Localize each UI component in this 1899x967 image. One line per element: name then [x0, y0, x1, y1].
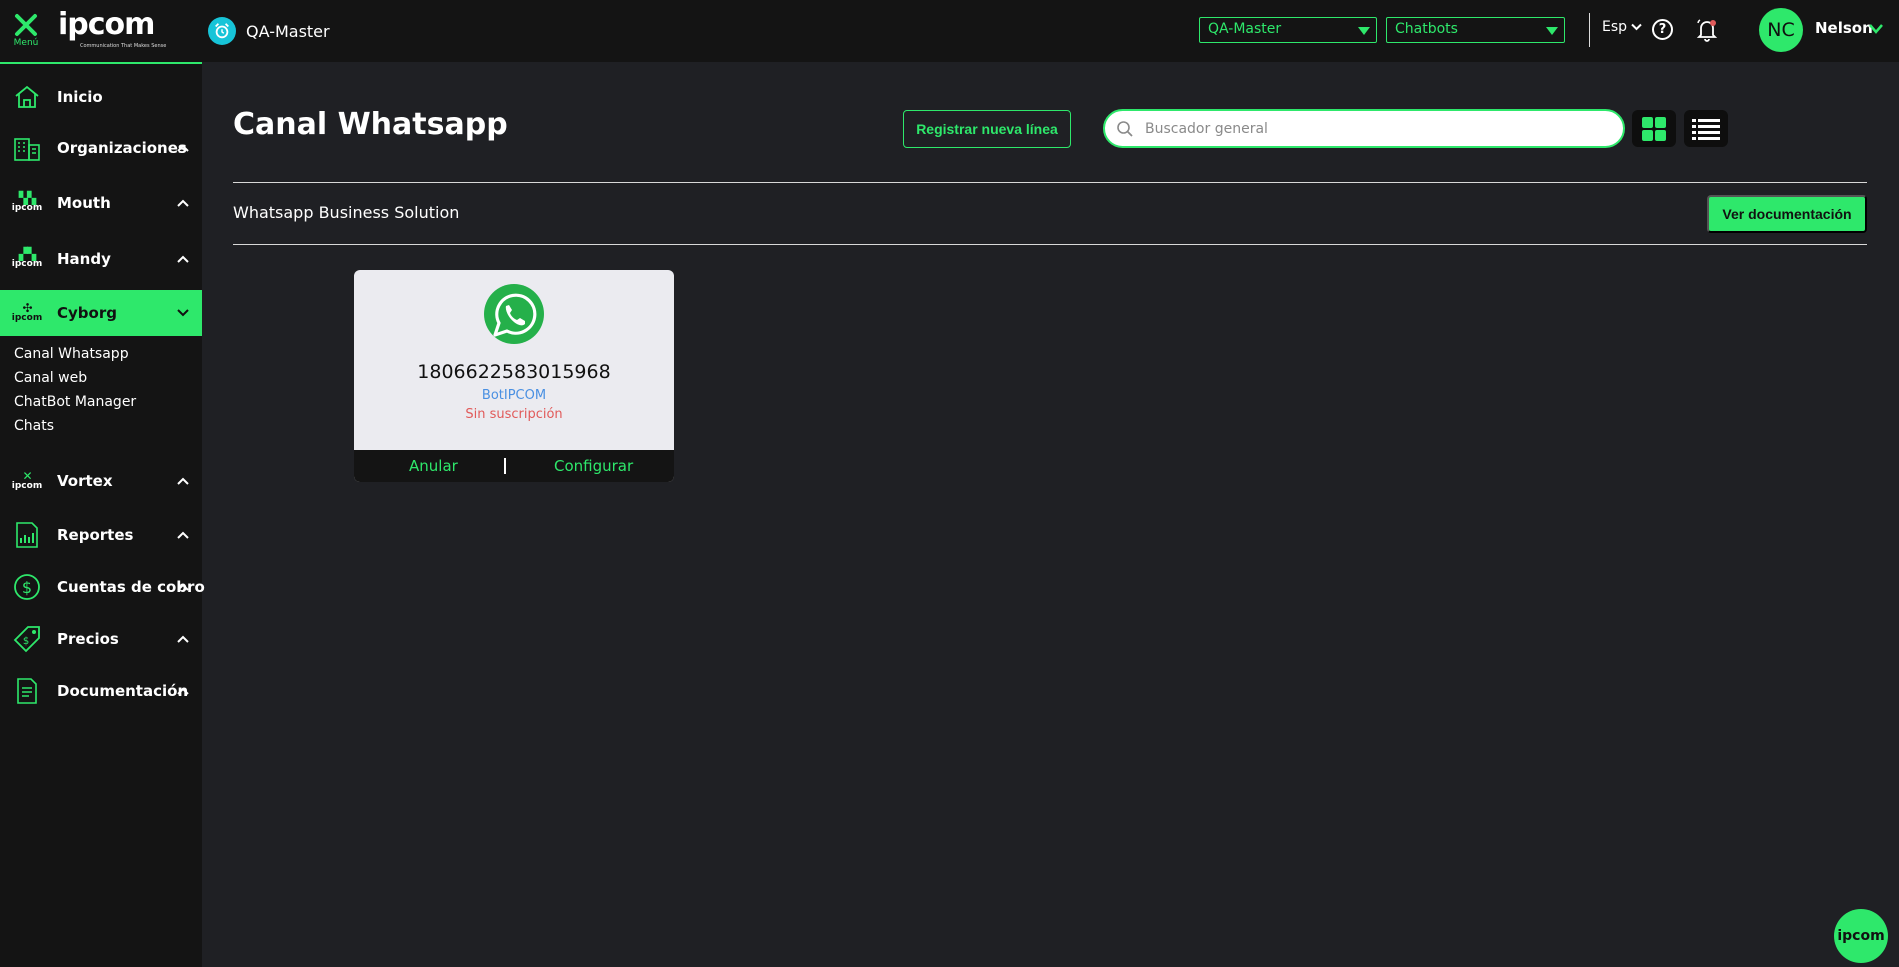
sidebar: Inicio Organizaciones ▚▚ ipcom Mouth ▞▚ ip…	[0, 62, 205, 967]
sidebar-item-label: Reportes	[57, 526, 134, 544]
whatsapp-icon	[484, 284, 544, 344]
vortex-icon: ✕ ipcom	[11, 469, 43, 491]
configure-line-button[interactable]: Configurar	[554, 457, 633, 475]
chevron-down-icon[interactable]	[1868, 22, 1884, 36]
svg-text:$: $	[22, 578, 32, 597]
sidebar-item-cuentas-de-cobro[interactable]: $ Cuentas de cobro	[0, 564, 205, 610]
view-documentation-button[interactable]: Ver documentación	[1707, 195, 1867, 233]
sidebar-item-documentacion[interactable]: Documentación	[0, 668, 202, 714]
menu-button[interactable]: Menú	[10, 12, 42, 48]
sidebar-item-label: Precios	[57, 630, 119, 648]
chevron-up-icon	[177, 583, 189, 591]
header-divider	[1589, 13, 1590, 47]
whatsapp-line-card: 1806622583015968 BotIPCOM Sin suscripció…	[354, 270, 674, 482]
help-icon[interactable]: ?	[1652, 19, 1673, 40]
sidebar-item-label: Cyborg	[57, 304, 117, 322]
ipcom-logo: ipcom Communication That Makes Sense	[58, 7, 167, 50]
cyborg-icon: ✣ ipcom	[11, 301, 43, 323]
grid-icon	[1642, 116, 1666, 141]
logo-tagline: Communication That Makes Sense	[80, 43, 167, 49]
mouth-icon: ▚▚ ipcom	[11, 191, 43, 213]
sidebar-item-precios[interactable]: $ Precios	[0, 616, 202, 662]
dollar-icon: $	[12, 572, 42, 602]
section-divider-bottom	[233, 244, 1867, 245]
action-separator	[504, 458, 506, 474]
sidebar-item-label: Documentación	[57, 682, 189, 700]
ipcom-assistant-button[interactable]: ipcom	[1834, 909, 1888, 963]
list-view-button[interactable]	[1684, 110, 1728, 147]
grid-view-button[interactable]	[1632, 110, 1676, 147]
user-avatar[interactable]: NC	[1759, 8, 1803, 52]
line-number: 1806622583015968	[417, 361, 611, 383]
organization-select[interactable]: QA-Master	[1199, 17, 1377, 43]
sidebar-item-handy[interactable]: ▞▚ ipcom Handy	[0, 236, 202, 282]
home-icon	[12, 82, 42, 112]
caret-down-icon	[1358, 27, 1370, 35]
handy-icon: ▞▚ ipcom	[11, 247, 43, 269]
section-divider-top	[233, 182, 1867, 183]
building-icon	[12, 133, 42, 163]
chevron-up-icon	[177, 199, 189, 207]
search-icon	[1117, 121, 1133, 137]
price-tag-icon: $	[12, 624, 42, 654]
chevron-up-icon	[177, 255, 189, 263]
search-input[interactable]	[1145, 118, 1615, 140]
alarm-clock-icon	[208, 17, 236, 45]
user-name[interactable]: Nelson	[1815, 19, 1873, 37]
module-select-value: Chatbots	[1395, 21, 1458, 37]
subscription-status: Sin suscripción	[465, 407, 563, 422]
sidebar-item-label: Vortex	[57, 472, 113, 490]
svg-text:$: $	[23, 636, 29, 647]
organization-name: QA-Master	[246, 21, 330, 41]
register-new-line-button[interactable]: Registrar nueva línea	[903, 110, 1071, 148]
language-selector[interactable]: Esp	[1602, 19, 1642, 35]
top-bar: Menú ipcom Communication That Makes Sens…	[0, 0, 1899, 62]
report-icon	[12, 520, 42, 550]
chevron-up-icon	[177, 477, 189, 485]
sidebar-item-label: Mouth	[57, 194, 111, 212]
sidebar-subitem-chats[interactable]: Chats	[14, 418, 54, 434]
page-title: Canal Whatsapp	[233, 107, 508, 142]
card-actions: Anular Configurar	[354, 450, 674, 482]
sidebar-item-organizaciones[interactable]: Organizaciones	[0, 125, 202, 171]
cancel-line-button[interactable]: Anular	[409, 457, 458, 475]
chevron-down-icon	[177, 309, 189, 317]
section-title: Whatsapp Business Solution	[233, 203, 460, 222]
bot-name: BotIPCOM	[481, 388, 547, 403]
language-label: Esp	[1602, 19, 1628, 35]
sidebar-item-label: Organizaciones	[57, 139, 187, 157]
sidebar-item-vortex[interactable]: ✕ ipcom Vortex	[0, 458, 202, 504]
sidebar-item-inicio[interactable]: Inicio	[0, 74, 202, 120]
logo-text: ipcom	[58, 7, 155, 42]
sidebar-item-label: Inicio	[57, 88, 103, 106]
chevron-up-icon	[177, 635, 189, 643]
sidebar-item-mouth[interactable]: ▚▚ ipcom Mouth	[0, 180, 202, 226]
search-box	[1103, 109, 1625, 148]
sidebar-item-label: Handy	[57, 250, 111, 268]
current-organization: QA-Master	[208, 17, 330, 45]
chevron-up-icon	[177, 687, 189, 695]
organization-select-value: QA-Master	[1208, 21, 1282, 37]
sidebar-item-cyborg[interactable]: ✣ ipcom Cyborg	[0, 290, 202, 336]
module-select[interactable]: Chatbots	[1386, 17, 1565, 43]
notification-bell-icon[interactable]	[1694, 17, 1720, 43]
chevron-down-icon	[1631, 23, 1642, 31]
caret-down-icon	[1546, 27, 1558, 35]
sidebar-subitem-chatbot-manager[interactable]: ChatBot Manager	[14, 394, 136, 410]
chevron-up-icon	[177, 144, 189, 152]
document-icon	[12, 676, 42, 706]
sidebar-subitem-canal-web[interactable]: Canal web	[14, 370, 87, 386]
sidebar-subitem-canal-whatsapp[interactable]: Canal Whatsapp	[14, 346, 129, 362]
sidebar-item-reportes[interactable]: Reportes	[0, 512, 202, 558]
close-icon	[15, 14, 37, 36]
chevron-up-icon	[177, 531, 189, 539]
list-icon	[1692, 118, 1720, 140]
menu-label: Menú	[13, 38, 39, 48]
